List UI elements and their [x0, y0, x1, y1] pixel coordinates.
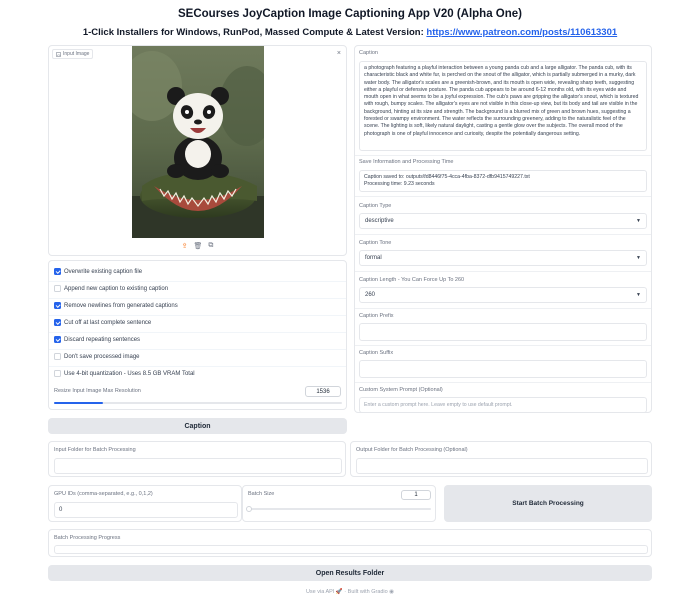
checkbox[interactable] — [54, 353, 61, 360]
batch-size-panel: Batch Size 1 — [242, 485, 436, 522]
start-batch-button[interactable]: Start Batch Processing — [444, 485, 652, 522]
caption-settings-panel: Caption a photograph featuring a playful… — [354, 45, 652, 413]
output-folder-panel: Output Folder for Batch Processing (Opti… — [350, 441, 652, 477]
copy-icon[interactable]: ⧉ — [208, 242, 213, 250]
save-path-text: Caption saved to: outputs\fd8446f75-4cca… — [364, 174, 530, 180]
option-label: Overwrite existing caption file — [64, 268, 143, 275]
patreon-link[interactable]: https://www.patreon.com/posts/110613301 — [426, 27, 617, 38]
option-discard-repeating[interactable]: Discard repeating sentences — [54, 333, 140, 346]
resize-slider-fill — [54, 402, 103, 404]
caption-length-value: 260 — [365, 292, 376, 298]
chevron-down-icon: ▼ — [636, 218, 641, 224]
image-toolbar: ⇪ 🗑 ⧉ — [49, 242, 346, 250]
input-photo — [132, 46, 264, 238]
caption-prefix-label: Caption Prefix — [359, 313, 394, 319]
footer: Use via API 🚀 · Built with Gradio ◉ — [0, 589, 700, 595]
option-label: Cut off at last complete sentence — [64, 319, 152, 326]
resize-slider[interactable] — [54, 402, 342, 404]
caption-button[interactable]: Caption — [48, 418, 347, 434]
option-dont-save[interactable]: Don't save processed image — [54, 350, 140, 363]
subtitle-text: 1-Click Installers for Windows, RunPod, … — [82, 27, 427, 38]
custom-prompt-label: Custom System Prompt (Optional) — [359, 387, 443, 393]
option-label: Use 4-bit quantization - Uses 8.5 GB VRA… — [64, 370, 195, 377]
page-title: SECourses JoyCaption Image Captioning Ap… — [178, 8, 522, 20]
input-image-label: Input Image — [63, 51, 90, 57]
save-info-textarea[interactable]: Caption saved to: outputs\fd8446f75-4cca… — [359, 170, 647, 192]
caption-type-dropdown[interactable]: descriptive ▼ — [359, 213, 647, 229]
batch-progress-label: Batch Processing Progress — [54, 535, 121, 541]
gpu-ids-panel: GPU IDs (comma-separated, e.g., 0,1,2) 0 — [48, 485, 242, 522]
caption-suffix-label: Caption Suffix — [359, 350, 394, 356]
caption-textarea[interactable]: a photograph featuring a playful interac… — [359, 61, 647, 151]
save-info-label: Save Information and Processing Time — [359, 159, 454, 165]
checkbox[interactable] — [54, 319, 61, 326]
option-label: Remove newlines from generated captions — [64, 302, 178, 309]
chevron-down-icon: ▼ — [636, 292, 641, 298]
batch-size-label: Batch Size — [248, 491, 275, 497]
option-append[interactable]: Append new caption to existing caption — [54, 282, 168, 295]
caption-tone-label: Caption Tone — [359, 240, 392, 246]
option-label: Append new caption to existing caption — [64, 285, 169, 292]
close-icon[interactable]: × — [337, 50, 341, 57]
checkbox[interactable] — [54, 285, 61, 292]
image-icon — [56, 51, 61, 57]
gpu-ids-input[interactable]: 0 — [54, 502, 238, 518]
processing-time-text: Processing time: 9.23 seconds — [364, 181, 435, 188]
caption-type-label: Caption Type — [359, 203, 392, 209]
output-folder-input[interactable] — [356, 458, 648, 474]
resize-number-input[interactable]: 1536 — [305, 386, 341, 397]
output-folder-label: Output Folder for Batch Processing (Opti… — [356, 447, 468, 453]
input-image-panel[interactable]: Input Image × ⇪ 🗑 ⧉ — [48, 45, 347, 256]
page-subtitle: 1-Click Installers for Windows, RunPod, … — [0, 27, 700, 38]
caption-type-value: descriptive — [365, 218, 394, 224]
custom-prompt-input[interactable]: Enter a custom prompt here. Leave empty … — [359, 397, 647, 413]
built-with-gradio-link[interactable]: Built with Gradio — [348, 589, 388, 595]
gradio-logo-icon: ◉ — [389, 589, 395, 595]
batch-size-slider[interactable] — [246, 506, 431, 512]
input-image-tag: Input Image — [52, 49, 94, 59]
caption-length-label: Caption Length - You Can Force Up To 260 — [359, 277, 465, 283]
caption-tone-dropdown[interactable]: formal ▼ — [359, 250, 647, 266]
option-label: Discard repeating sentences — [64, 336, 141, 343]
slider-handle[interactable] — [246, 506, 252, 512]
option-remove-newlines[interactable]: Remove newlines from generated captions — [54, 299, 178, 312]
option-4bit[interactable]: Use 4-bit quantization - Uses 8.5 GB VRA… — [54, 367, 195, 380]
checkbox[interactable] — [54, 268, 61, 275]
option-label: Don't save processed image — [64, 353, 140, 360]
upload-icon[interactable]: ⇪ — [182, 242, 188, 250]
caption-tone-value: formal — [365, 255, 382, 261]
option-cut-off[interactable]: Cut off at last complete sentence — [54, 316, 151, 329]
open-results-button[interactable]: Open Results Folder — [48, 565, 652, 581]
clear-icon[interactable]: 🗑 — [193, 242, 202, 250]
rocket-icon: 🚀 — [335, 589, 343, 595]
caption-label: Caption — [359, 50, 378, 56]
caption-length-dropdown[interactable]: 260 ▼ — [359, 287, 647, 303]
caption-suffix-input[interactable] — [359, 360, 647, 378]
resize-label: Resize Input Image Max Resolution — [54, 388, 141, 394]
option-overwrite[interactable]: Overwrite existing caption file — [54, 265, 142, 278]
batch-progress-panel: Batch Processing Progress — [48, 529, 652, 557]
caption-prefix-input[interactable] — [359, 323, 647, 341]
input-folder-panel: Input Folder for Batch Processing — [48, 441, 346, 477]
chevron-down-icon: ▼ — [636, 255, 641, 261]
use-api-link[interactable]: Use via API — [306, 589, 334, 595]
input-folder-input[interactable] — [54, 458, 342, 474]
checkbox[interactable] — [54, 336, 61, 343]
batch-size-input[interactable]: 1 — [401, 490, 431, 500]
batch-progress-box — [54, 545, 648, 554]
footer-separator: · — [344, 589, 347, 595]
input-folder-label: Input Folder for Batch Processing — [54, 447, 136, 453]
checkbox[interactable] — [54, 302, 61, 309]
checkbox[interactable] — [54, 370, 61, 377]
gpu-ids-label: GPU IDs (comma-separated, e.g., 0,1,2) — [54, 491, 153, 497]
